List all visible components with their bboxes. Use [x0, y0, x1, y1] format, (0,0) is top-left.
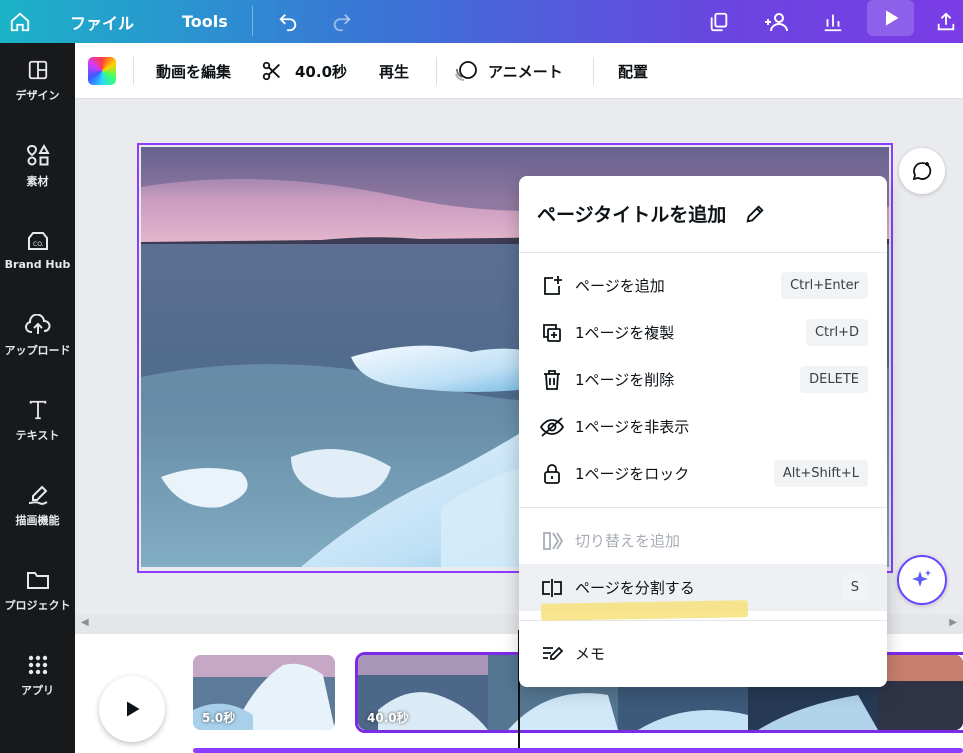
timeline-clip[interactable]: 5.0秒	[193, 655, 335, 730]
sidebar-item-elements[interactable]: 素材	[0, 128, 75, 203]
home-icon[interactable]	[0, 0, 40, 43]
sidebar-item-projects[interactable]: プロジェクト	[0, 553, 75, 628]
sidebar-item-label: テキスト	[15, 428, 60, 442]
pages-icon[interactable]	[699, 0, 739, 43]
menu-item-label: 1ページをロック	[575, 465, 690, 483]
playback-button[interactable]: 再生	[379, 43, 409, 99]
comment-add-icon	[912, 162, 932, 181]
play-icon	[127, 701, 140, 717]
share-upload-icon[interactable]	[926, 0, 963, 43]
page-title-edit[interactable]: ページタイトルを追加	[537, 200, 766, 227]
cloud-upload-icon	[24, 313, 51, 334]
duplicate-icon	[539, 320, 565, 346]
highlight-marker	[540, 600, 749, 621]
timeline-progress-bar	[193, 748, 963, 753]
menu-item-add-page[interactable]: ページを追加 Ctrl+Enter	[519, 262, 887, 309]
shortcut-badge: Ctrl+D	[805, 319, 868, 346]
sparkle-icon	[912, 570, 931, 587]
toolbar-divider	[436, 57, 437, 85]
menu-item-lock-page[interactable]: 1ページをロック Alt+Shift+L	[519, 450, 887, 497]
file-menu[interactable]: ファイル	[70, 0, 134, 43]
scroll-right-icon[interactable]: ▶	[949, 617, 957, 628]
eye-off-icon	[539, 414, 565, 440]
sidebar-item-brand-hub[interactable]: CO. Brand Hub	[0, 213, 75, 288]
menu-item-duplicate-page[interactable]: 1ページを複製 Ctrl+D	[519, 309, 887, 356]
edit-video-button[interactable]: 動画を編集	[156, 43, 231, 99]
top-bar: ファイル Tools	[0, 0, 963, 43]
shapes-icon	[26, 143, 50, 165]
toolbar-divider	[133, 57, 134, 85]
sidebar-item-text[interactable]: テキスト	[0, 383, 75, 458]
animate-label: アニメート	[488, 62, 563, 81]
brand-icon: CO.	[27, 232, 48, 250]
menu-divider	[519, 507, 887, 508]
lock-icon	[539, 461, 565, 487]
pencil-icon	[746, 204, 764, 223]
split-icon	[539, 575, 565, 601]
color-swatch	[88, 57, 116, 85]
sidebar-item-design[interactable]: デザイン	[0, 43, 75, 118]
shortcut-badge: DELETE	[800, 366, 868, 393]
apps-grid-icon	[28, 655, 47, 674]
scissors-icon	[262, 61, 280, 81]
menu-item-delete-page[interactable]: 1ページを削除 DELETE	[519, 356, 887, 403]
menu-item-label: 切り替えを追加	[575, 532, 681, 550]
sidebar-item-label: 描画機能	[15, 513, 60, 527]
menu-title-text: ページタイトルを追加	[537, 204, 727, 226]
editor-toolbar: 動画を編集 40.0秒 再生 アニメート 配置	[75, 43, 963, 99]
sidebar-item-label: Brand Hub	[4, 258, 71, 271]
menu-item-label: ページを追加	[575, 277, 665, 295]
sidebar-item-uploads[interactable]: アップロード	[0, 298, 75, 373]
menu-item-hide-page[interactable]: 1ページを非表示	[519, 403, 887, 450]
sidebar-item-label: アプリ	[21, 683, 54, 697]
arrange-button[interactable]: 配置	[618, 43, 648, 99]
sidebar-item-label: プロジェクト	[4, 598, 71, 612]
transition-icon	[539, 528, 565, 554]
svg-text:CO.: CO.	[33, 241, 44, 248]
menu-item-add-transition: 切り替えを追加	[519, 517, 887, 564]
timeline-play-button[interactable]	[99, 676, 165, 742]
menu-item-notes[interactable]: メモ	[519, 630, 887, 677]
animate-button[interactable]: アニメート	[453, 43, 563, 99]
sidebar-item-label: アップロード	[4, 343, 71, 357]
sidebar-item-draw[interactable]: 描画機能	[0, 468, 75, 543]
duration-label: 40.0秒	[295, 62, 348, 81]
folder-icon	[26, 571, 49, 589]
shortcut-badge: Ctrl+Enter	[781, 272, 868, 299]
text-icon	[29, 400, 46, 419]
sidebar-item-apps[interactable]: アプリ	[0, 638, 75, 713]
menu-divider	[519, 252, 887, 253]
redo-icon[interactable]	[322, 0, 362, 43]
draw-icon	[28, 485, 47, 505]
left-sidebar: デザイン 素材 CO. Brand Hub アップロード テキスト 描画機能 プ…	[0, 43, 75, 753]
trim-button[interactable]: 40.0秒	[261, 43, 347, 99]
sidebar-item-label: 素材	[26, 174, 49, 188]
menu-item-label: ページを分割する	[575, 579, 695, 597]
add-page-icon	[539, 273, 565, 299]
shortcut-badge: Alt+Shift+L	[773, 460, 868, 487]
menu-item-label: 1ページを非表示	[575, 418, 690, 436]
tools-menu[interactable]: Tools	[182, 0, 228, 43]
sidebar-item-label: デザイン	[15, 88, 60, 102]
clip-duration: 40.0秒	[367, 711, 409, 725]
share-people-icon[interactable]	[757, 0, 797, 43]
menu-item-label: メモ	[575, 645, 606, 663]
undo-icon[interactable]	[268, 0, 308, 43]
animate-icon	[455, 61, 477, 81]
color-picker-button[interactable]	[88, 43, 116, 99]
toolbar-divider	[593, 57, 594, 85]
layout-icon	[28, 60, 47, 79]
clip-duration: 5.0秒	[202, 711, 236, 725]
shortcut-badge: S	[841, 574, 868, 601]
notes-icon	[539, 641, 565, 667]
analytics-icon[interactable]	[813, 0, 853, 43]
menu-item-label: 1ページを複製	[575, 324, 675, 342]
scroll-left-icon[interactable]: ◀	[81, 617, 89, 628]
trash-icon	[539, 367, 565, 393]
add-comment-button[interactable]	[899, 148, 945, 194]
menu-item-label: 1ページを削除	[575, 371, 675, 389]
topbar-divider	[252, 6, 253, 36]
present-play-icon[interactable]	[867, 0, 914, 36]
magic-assistant-button[interactable]	[897, 555, 947, 605]
